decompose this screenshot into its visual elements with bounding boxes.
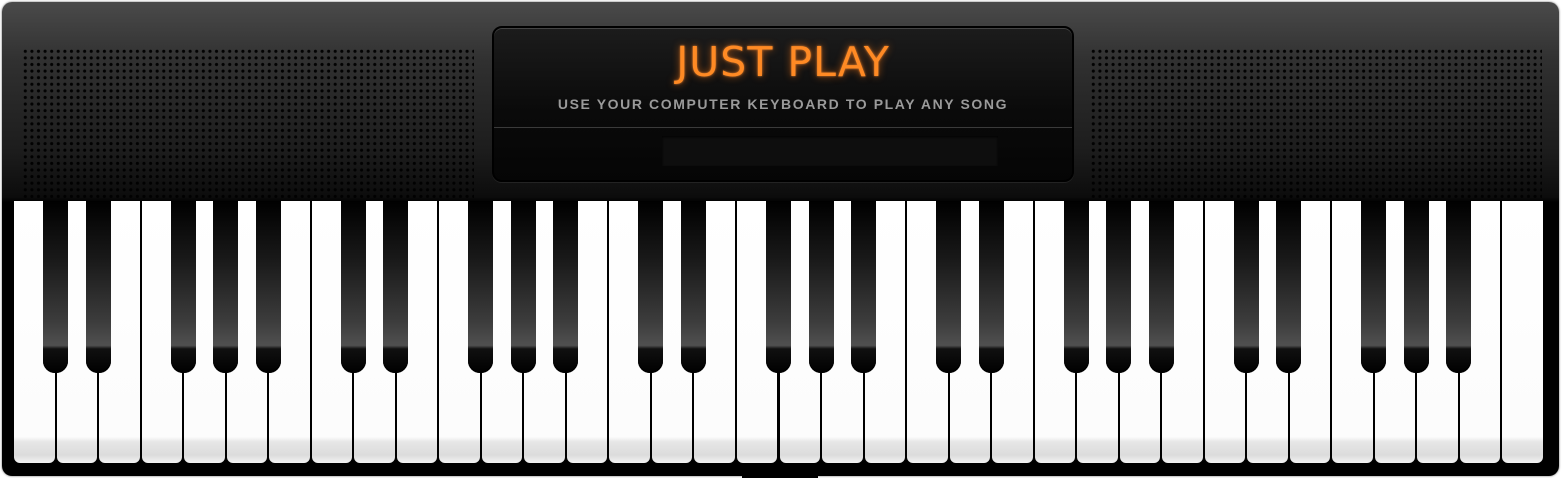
left-speaker-grille xyxy=(22,48,474,198)
keyboard-notch xyxy=(742,473,818,478)
black-key[interactable] xyxy=(1148,201,1174,373)
black-key[interactable] xyxy=(808,201,834,373)
black-key[interactable] xyxy=(978,201,1004,373)
black-key[interactable] xyxy=(851,201,877,373)
black-key[interactable] xyxy=(85,201,111,373)
black-key[interactable] xyxy=(340,201,366,373)
black-key[interactable] xyxy=(553,201,579,373)
black-key[interactable] xyxy=(638,201,664,373)
black-key[interactable] xyxy=(510,201,536,373)
display-panel: JUST PLAY USE YOUR COMPUTER KEYBOARD TO … xyxy=(492,26,1074,182)
display-divider xyxy=(494,127,1072,128)
black-key[interactable] xyxy=(680,201,706,373)
black-key[interactable] xyxy=(936,201,962,373)
black-key[interactable] xyxy=(1276,201,1302,373)
display-input-bar xyxy=(662,136,998,166)
black-key[interactable] xyxy=(1403,201,1429,373)
piano-keyboard xyxy=(13,201,1544,465)
display-subtitle: USE YOUR COMPUTER KEYBOARD TO PLAY ANY S… xyxy=(557,96,1009,112)
black-key[interactable] xyxy=(1106,201,1132,373)
black-key[interactable] xyxy=(1446,201,1472,373)
black-key[interactable] xyxy=(43,201,69,373)
black-key[interactable] xyxy=(1233,201,1259,373)
black-key[interactable] xyxy=(766,201,791,373)
right-speaker-grille xyxy=(1090,48,1542,198)
black-key[interactable] xyxy=(213,201,239,373)
black-key[interactable] xyxy=(383,201,409,373)
black-key[interactable] xyxy=(1361,201,1387,373)
black-key[interactable] xyxy=(1063,201,1089,373)
white-key[interactable] xyxy=(1502,201,1543,463)
black-key[interactable] xyxy=(170,201,196,373)
black-key[interactable] xyxy=(468,201,494,373)
display-title: JUST PLAY xyxy=(676,38,890,86)
black-key[interactable] xyxy=(255,201,281,373)
